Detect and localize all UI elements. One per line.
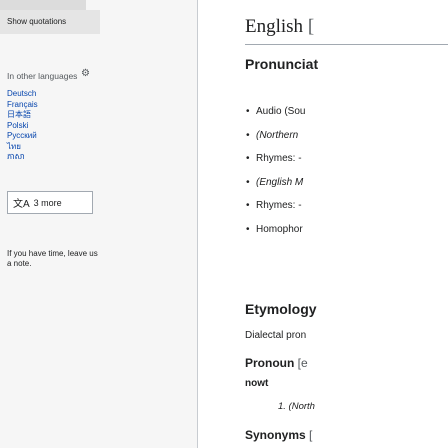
heading-divider xyxy=(245,44,448,45)
language-link[interactable]: ไทย xyxy=(7,142,38,153)
definition-item: 1. (North xyxy=(278,401,315,412)
language-link[interactable]: Русский xyxy=(7,131,38,142)
synonyms-heading: Synonyms [ xyxy=(245,428,312,442)
gear-icon[interactable]: ⚙ xyxy=(81,68,90,79)
language-link[interactable]: Deutsch xyxy=(7,89,38,100)
language-link[interactable]: ភាសា xyxy=(7,152,38,163)
etymology-heading: Etymology xyxy=(245,301,317,317)
pronunciation-heading: Pronunciat xyxy=(245,56,319,72)
language-heading-text: English xyxy=(245,16,304,37)
languages-header: In other languages xyxy=(7,71,78,81)
language-link[interactable]: Polski xyxy=(7,121,38,132)
synonyms-heading-text: Synonyms xyxy=(245,428,306,442)
pronoun-heading: Pronoun [e xyxy=(245,356,308,370)
pronoun-heading-text: Pronoun xyxy=(245,356,295,370)
pronunciation-item[interactable]: Homophor xyxy=(246,218,305,242)
pronunciation-item[interactable]: Rhymes: - xyxy=(246,194,305,218)
edit-link[interactable]: [ xyxy=(309,428,312,442)
headword: nowt xyxy=(245,378,269,389)
language-heading: English [ xyxy=(245,16,314,38)
language-link[interactable]: Français xyxy=(7,100,38,111)
language-list: Deutsch Français 日本語 Polski Русский ไทย … xyxy=(7,89,38,163)
pronunciation-item[interactable]: Audio (Sou xyxy=(246,100,306,124)
pronunciation-item[interactable]: Rhymes: - xyxy=(246,147,305,171)
sidebar: Show quotations In other languages ⚙ Deu… xyxy=(0,0,198,448)
pronunciation-list: Audio (Sou (Northern Rhymes: - (English … xyxy=(246,100,306,242)
dialectal-pronunciation-link[interactable]: Dialectal pron xyxy=(245,330,306,341)
translate-icon: 文A xyxy=(13,199,30,210)
feedback-note[interactable]: If you have time, leave us a note. xyxy=(7,249,102,269)
language-link[interactable]: 日本語 xyxy=(7,110,38,121)
edit-link[interactable]: [ xyxy=(308,16,314,37)
edit-link[interactable]: [e xyxy=(298,356,308,370)
top-strip xyxy=(0,0,86,10)
more-languages-label: 3 more xyxy=(33,197,62,208)
article-content: English [ Pronunciat Audio (Sou (Norther… xyxy=(198,0,448,448)
pronunciation-item: (Northern xyxy=(246,124,305,148)
show-quotations-toggle[interactable]: Show quotations xyxy=(7,17,66,26)
pronunciation-item: (English M xyxy=(246,171,305,195)
more-languages-button[interactable]: 文A 3 more xyxy=(7,191,93,214)
